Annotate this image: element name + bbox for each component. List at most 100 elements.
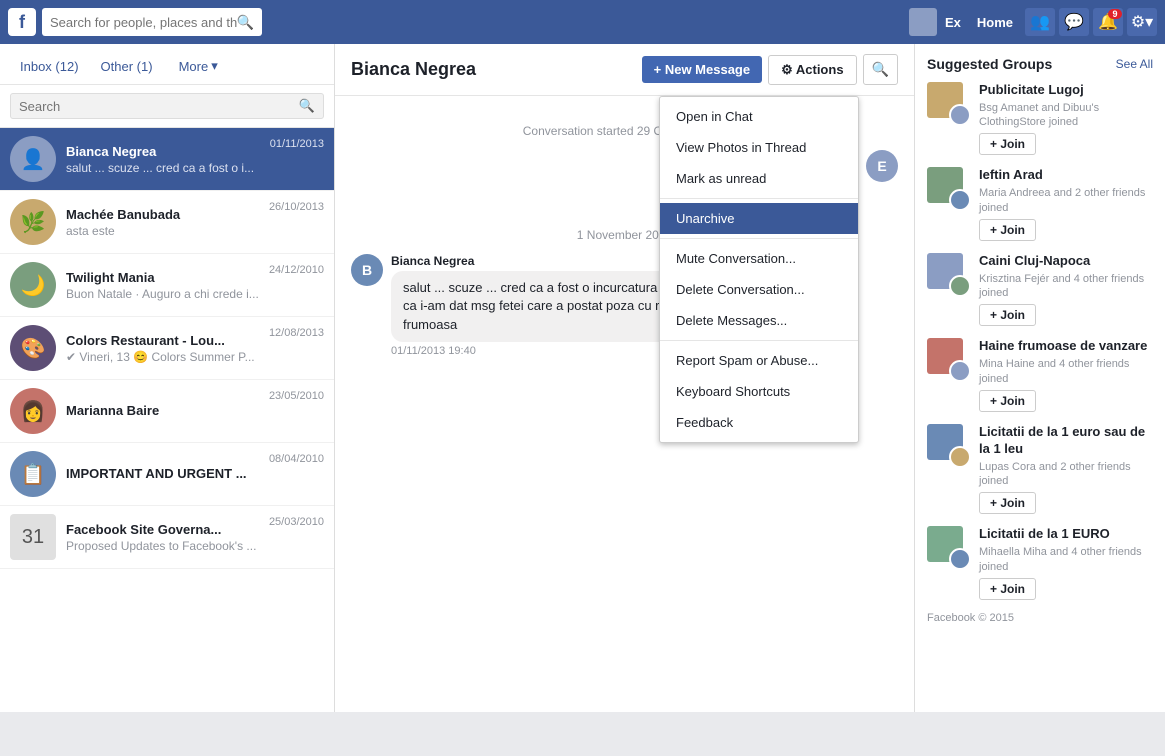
- group-desc: Maria Andreea and 2 other friends joined: [979, 186, 1153, 215]
- search-messages-input[interactable]: [19, 99, 299, 114]
- conv-info: Bianca Negrea salut ... scuze ... cred c…: [66, 144, 264, 175]
- join-button[interactable]: + Join: [979, 390, 1036, 412]
- group-info: Licitatii de la 1 euro sau de la 1 leu L…: [979, 424, 1153, 514]
- join-button[interactable]: + Join: [979, 133, 1036, 155]
- search-message-button[interactable]: 🔍: [863, 54, 898, 85]
- group-desc: Krisztina Fejér and 4 other friends join…: [979, 272, 1153, 301]
- dropdown-item[interactable]: Delete Conversation...: [660, 274, 858, 305]
- group-item: Ieftin Arad Maria Andreea and 2 other fr…: [927, 167, 1153, 240]
- see-all-link[interactable]: See All: [1116, 57, 1153, 71]
- group-info: Publicitate Lugoj Bsg Amanet and Dibuu's…: [979, 82, 1153, 155]
- dropdown-item[interactable]: Open in Chat: [660, 101, 858, 132]
- actions-dropdown: Open in ChatView Photos in ThreadMark as…: [659, 96, 859, 443]
- join-button[interactable]: + Join: [979, 219, 1036, 241]
- avatar: B: [351, 254, 383, 286]
- conv-name: Twilight Mania: [66, 270, 263, 285]
- conv-name: Colors Restaurant - Lou...: [66, 333, 263, 348]
- list-item[interactable]: 👤 Bianca Negrea salut ... scuze ... cred…: [0, 128, 334, 191]
- group-avatar-wrap: [927, 253, 971, 297]
- nav-user-name[interactable]: Ex: [945, 15, 961, 30]
- left-panel: Inbox (12) Other (1) More ▾ 🔍 👤 Bianca N…: [0, 44, 335, 712]
- dropdown-item[interactable]: Feedback: [660, 407, 858, 438]
- dropdown-item[interactable]: Delete Messages...: [660, 305, 858, 336]
- search-messages-container: 🔍: [0, 85, 334, 128]
- conv-info: Facebook Site Governa... Proposed Update…: [66, 522, 263, 553]
- conv-date: 01/11/2013: [270, 138, 324, 150]
- conv-date: 12/08/2013: [269, 327, 324, 339]
- facebook-logo[interactable]: f: [8, 8, 36, 36]
- group-desc: Bsg Amanet and Dibuu's ClothingStore joi…: [979, 101, 1153, 130]
- conv-preview: Buon Natale · Auguro a chi crede i...: [66, 287, 263, 301]
- avatar: 👤: [10, 136, 56, 182]
- main-wrap: Inbox (12) Other (1) More ▾ 🔍 👤 Bianca N…: [0, 44, 1165, 712]
- group-avatar-small: [949, 189, 971, 211]
- join-button[interactable]: + Join: [979, 492, 1036, 514]
- actions-button[interactable]: ⚙ Actions: [768, 55, 856, 85]
- message-title: Bianca Negrea: [351, 59, 642, 80]
- nav-right: Ex Home 👥 💬 🔔 9 ⚙▾: [909, 8, 1157, 36]
- conv-date: 26/10/2013: [269, 201, 324, 213]
- group-name: Caini Cluj-Napoca: [979, 253, 1153, 270]
- nav-messages-icon[interactable]: 💬: [1059, 8, 1089, 36]
- group-avatar-wrap: [927, 424, 971, 468]
- list-item[interactable]: 📋 IMPORTANT AND URGENT ... 08/04/2010: [0, 443, 334, 506]
- group-avatar-small: [949, 104, 971, 126]
- nav-notifications-icon[interactable]: 🔔 9: [1093, 8, 1123, 36]
- group-info: Haine frumoase de vanzare Mina Haine and…: [979, 338, 1153, 411]
- dropdown-item[interactable]: Keyboard Shortcuts: [660, 376, 858, 407]
- facebook-footer: Facebook © 2015: [927, 612, 1153, 624]
- group-name: Haine frumoase de vanzare: [979, 338, 1153, 355]
- inbox-tab[interactable]: Inbox (12): [12, 55, 87, 78]
- nav-home-link[interactable]: Home: [969, 15, 1021, 30]
- conv-name: Bianca Negrea: [66, 144, 264, 159]
- conv-info: Marianna Baire: [66, 403, 263, 420]
- nav-friends-icon[interactable]: 👥: [1025, 8, 1055, 36]
- groups-list: Publicitate Lugoj Bsg Amanet and Dibuu's…: [927, 82, 1153, 600]
- group-avatar-small: [949, 548, 971, 570]
- group-avatar-wrap: [927, 526, 971, 570]
- dropdown-item[interactable]: Report Spam or Abuse...: [660, 345, 858, 376]
- conv-info: Machée Banubada asta este: [66, 207, 263, 238]
- more-button[interactable]: More ▾: [171, 54, 226, 78]
- group-item: Licitatii de la 1 EURO Mihaella Miha and…: [927, 526, 1153, 599]
- suggested-groups-title: Suggested Groups: [927, 56, 1052, 72]
- group-info: Caini Cluj-Napoca Krisztina Fejér and 4 …: [979, 253, 1153, 326]
- list-item[interactable]: 🎨 Colors Restaurant - Lou... ✔ Vineri, 1…: [0, 317, 334, 380]
- group-info: Ieftin Arad Maria Andreea and 2 other fr…: [979, 167, 1153, 240]
- dropdown-divider: [660, 238, 858, 239]
- list-item[interactable]: 🌙 Twilight Mania Buon Natale · Auguro a …: [0, 254, 334, 317]
- join-button[interactable]: + Join: [979, 578, 1036, 600]
- center-panel: Bianca Negrea + New Message ⚙ Actions 🔍 …: [335, 44, 915, 712]
- conv-info: Colors Restaurant - Lou... ✔ Vineri, 13 …: [66, 333, 263, 364]
- search-icon: 🔍: [237, 14, 254, 31]
- conversation-list: 👤 Bianca Negrea salut ... scuze ... cred…: [0, 128, 334, 712]
- message-header: Bianca Negrea + New Message ⚙ Actions 🔍: [335, 44, 914, 96]
- conv-date: 25/03/2010: [269, 516, 324, 528]
- join-button[interactable]: + Join: [979, 304, 1036, 326]
- list-item[interactable]: 👩 Marianna Baire 23/05/2010: [0, 380, 334, 443]
- conv-name: IMPORTANT AND URGENT ...: [66, 466, 263, 481]
- conv-name: Machée Banubada: [66, 207, 263, 222]
- avatar: 👩: [10, 388, 56, 434]
- dropdown-item[interactable]: Mark as unread: [660, 163, 858, 194]
- search-input[interactable]: [50, 15, 237, 30]
- conv-preview: asta este: [66, 224, 263, 238]
- nav-settings-icon[interactable]: ⚙▾: [1127, 8, 1157, 36]
- conv-date: 24/12/2010: [269, 264, 324, 276]
- avatar: 🎨: [10, 325, 56, 371]
- other-tab[interactable]: Other (1): [93, 55, 161, 78]
- new-message-button[interactable]: + New Message: [642, 56, 762, 83]
- right-panel: Suggested Groups See All Publicitate Lug…: [915, 44, 1165, 712]
- avatar: 🌙: [10, 262, 56, 308]
- dropdown-item[interactable]: Mute Conversation...: [660, 243, 858, 274]
- list-item[interactable]: 31 Facebook Site Governa... Proposed Upd…: [0, 506, 334, 569]
- dropdown-item[interactable]: View Photos in Thread: [660, 132, 858, 163]
- dropdown-item[interactable]: Unarchive: [660, 203, 858, 234]
- conv-info: Twilight Mania Buon Natale · Auguro a ch…: [66, 270, 263, 301]
- top-navigation: f 🔍 Ex Home 👥 💬 🔔 9 ⚙▾: [0, 0, 1165, 44]
- list-item[interactable]: 🌿 Machée Banubada asta este 26/10/2013: [0, 191, 334, 254]
- conv-preview: salut ... scuze ... cred ca a fost o i..…: [66, 161, 264, 175]
- group-desc: Mihaella Miha and 4 other friends joined: [979, 545, 1153, 574]
- search-messages-wrap: 🔍: [10, 93, 324, 119]
- more-label: More: [179, 59, 209, 74]
